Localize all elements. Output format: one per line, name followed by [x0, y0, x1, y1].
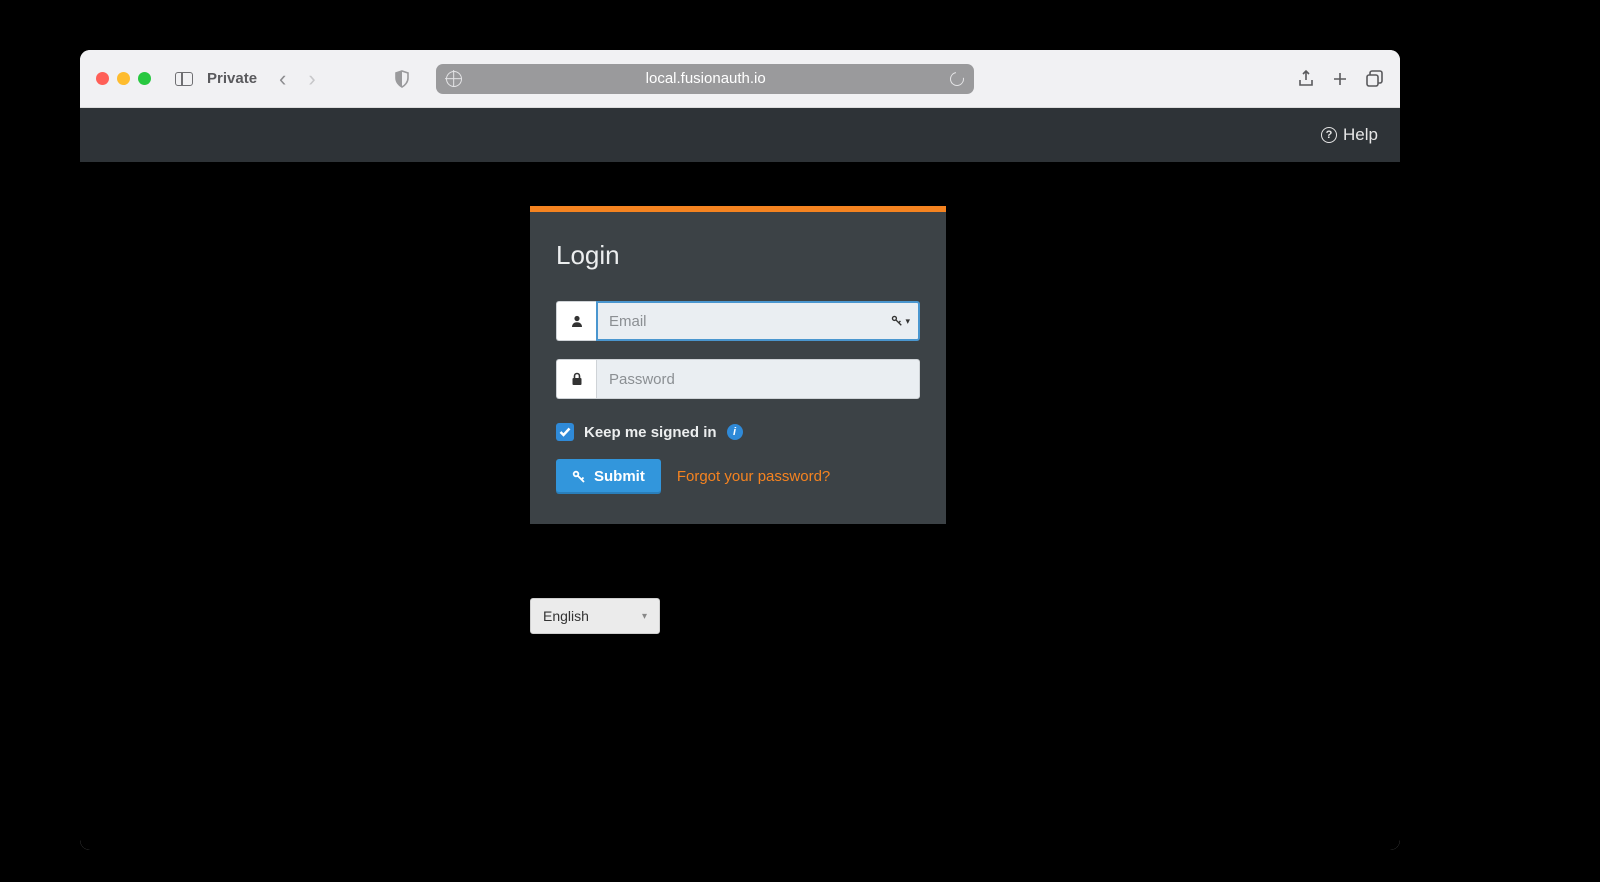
login-title: Login	[556, 240, 920, 271]
private-mode-label: Private	[207, 70, 257, 87]
password-autofill-icon[interactable]: ▾	[891, 315, 910, 327]
forgot-password-link[interactable]: Forgot your password?	[677, 468, 830, 485]
back-button[interactable]: ‹	[275, 66, 290, 92]
help-label: Help	[1343, 125, 1378, 145]
action-row: Submit Forgot your password?	[556, 459, 920, 494]
chevron-down-icon: ▾	[642, 611, 647, 622]
privacy-shield-icon[interactable]	[394, 70, 410, 88]
user-icon	[556, 301, 596, 341]
password-input-group	[556, 359, 920, 399]
lock-icon	[556, 359, 596, 399]
email-field[interactable]	[596, 301, 920, 341]
tabs-icon[interactable]	[1364, 69, 1384, 89]
help-icon: ?	[1321, 127, 1337, 143]
keep-signed-label: Keep me signed in	[584, 424, 717, 441]
close-window-button[interactable]	[96, 72, 109, 85]
info-icon[interactable]: i	[727, 424, 743, 440]
help-link[interactable]: ? Help	[1321, 125, 1378, 145]
share-icon[interactable]	[1296, 69, 1316, 89]
page-header: ? Help	[80, 108, 1400, 162]
language-select[interactable]: English ▾	[530, 598, 660, 634]
language-selected: English	[543, 608, 589, 624]
email-input-group: ▾	[556, 301, 920, 341]
window-controls	[96, 72, 151, 85]
password-field[interactable]	[596, 359, 920, 399]
minimize-window-button[interactable]	[117, 72, 130, 85]
globe-icon	[446, 71, 462, 87]
page-body: ? Help Login ▾	[80, 108, 1400, 850]
url-text: local.fusionauth.io	[462, 70, 950, 87]
key-icon	[572, 470, 586, 484]
keep-signed-checkbox[interactable]	[556, 423, 574, 441]
address-bar[interactable]: local.fusionauth.io	[436, 64, 974, 94]
browser-window: Private ‹ › local.fusionauth.io ? Help	[80, 50, 1400, 850]
submit-button[interactable]: Submit	[556, 459, 661, 494]
forward-button[interactable]: ›	[304, 66, 319, 92]
submit-label: Submit	[594, 468, 645, 485]
login-card: Login ▾	[530, 206, 946, 524]
sidebar-toggle-icon[interactable]	[175, 72, 193, 86]
browser-toolbar: Private ‹ › local.fusionauth.io	[80, 50, 1400, 108]
reload-icon[interactable]	[947, 69, 966, 88]
new-tab-icon[interactable]	[1330, 69, 1350, 89]
keep-signed-row: Keep me signed in i	[556, 423, 920, 441]
maximize-window-button[interactable]	[138, 72, 151, 85]
